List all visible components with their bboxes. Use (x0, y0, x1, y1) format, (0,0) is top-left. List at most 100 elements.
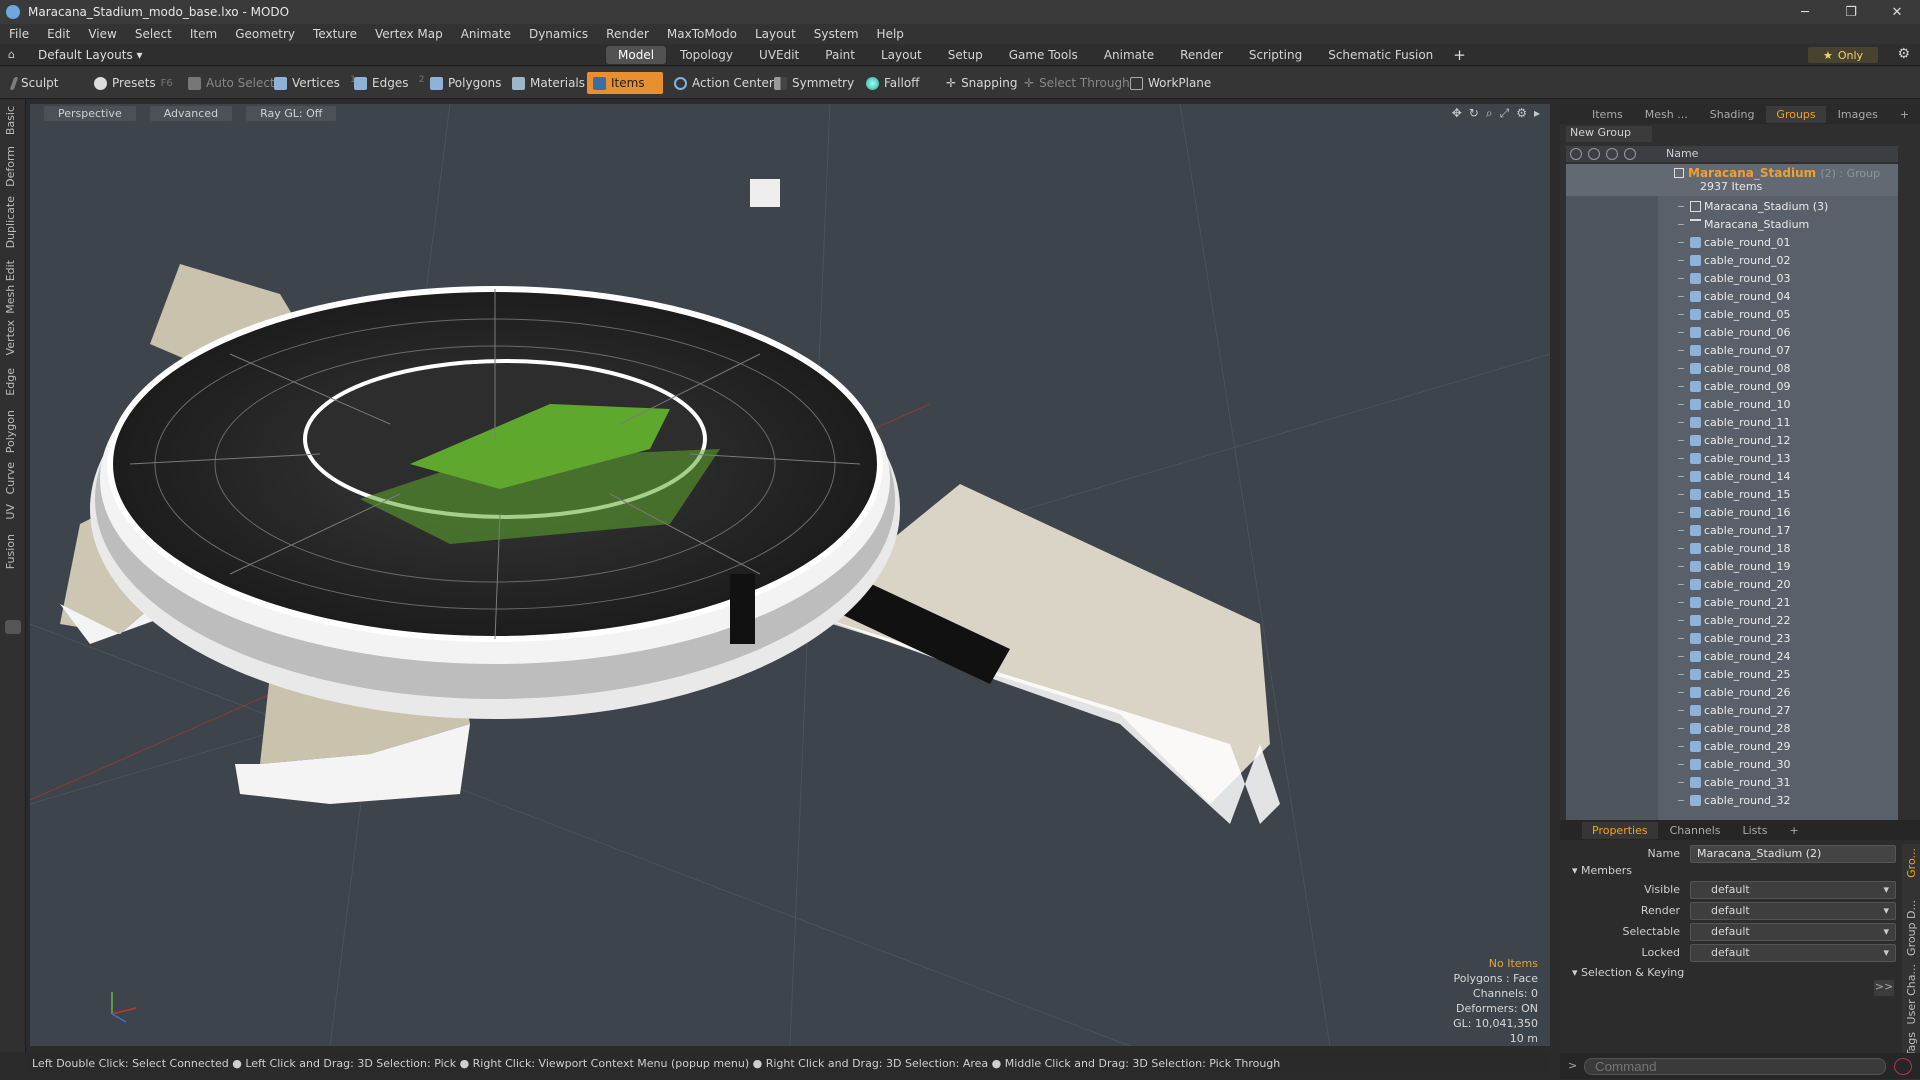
visibility-column-icon[interactable] (1570, 148, 1582, 160)
list-item[interactable]: Maracana_Stadium (1566, 216, 1898, 234)
visible-dropdown[interactable]: default (1690, 881, 1896, 899)
gear-icon[interactable]: ⚙ (1897, 46, 1910, 62)
vertices-button[interactable]: Vertices 1 (268, 72, 356, 94)
tab-mesh-edit[interactable]: Mesh Edit (4, 260, 17, 314)
action-center-button[interactable]: Action Center (668, 72, 780, 94)
tab-polygon[interactable]: Polygon (4, 410, 17, 453)
tab-group-display[interactable]: Group D... (1905, 900, 1918, 956)
tab-edge[interactable]: Edge (4, 368, 17, 396)
menu-edit[interactable]: Edit (38, 27, 79, 41)
materials-button[interactable]: Materials (506, 72, 591, 94)
lock-column-icon[interactable] (1606, 148, 1618, 160)
list-item[interactable]: cable_round_06 (1566, 324, 1898, 342)
3d-viewport[interactable]: Perspective Advanced Ray GL: Off ✥ ↻ ⌕ ⤢… (30, 104, 1550, 1046)
list-item[interactable]: cable_round_21 (1566, 594, 1898, 612)
list-item[interactable]: cable_round_26 (1566, 684, 1898, 702)
list-item[interactable]: cable_round_12 (1566, 432, 1898, 450)
presets-button[interactable]: Presets F6 (88, 72, 179, 94)
tab-curve[interactable]: Curve (4, 462, 17, 494)
list-item[interactable]: cable_round_07 (1566, 342, 1898, 360)
tab-shading[interactable]: Shading (1700, 106, 1765, 123)
tab-setup[interactable]: Setup (936, 46, 995, 64)
command-input[interactable] (1584, 1058, 1886, 1075)
list-item[interactable]: cable_round_29 (1566, 738, 1898, 756)
workplane-button[interactable]: WorkPlane (1124, 72, 1217, 94)
list-item[interactable]: cable_round_02 (1566, 252, 1898, 270)
selection-keying-section[interactable]: ▾ Selection & Keying (1572, 966, 1684, 979)
locked-dropdown[interactable]: default (1690, 944, 1896, 962)
select-through-button[interactable]: ✛ Select Through (1018, 72, 1136, 94)
menu-layout[interactable]: Layout (746, 27, 805, 41)
menu-vertex-map[interactable]: Vertex Map (366, 27, 452, 41)
tab-schematic-fusion[interactable]: Schematic Fusion (1316, 46, 1445, 64)
default-layouts-dropdown[interactable]: Default Layouts ▾ (38, 48, 143, 62)
list-item[interactable]: cable_round_04 (1566, 288, 1898, 306)
add-panel-tab-button[interactable]: + (1890, 106, 1919, 123)
menu-dynamics[interactable]: Dynamics (520, 27, 597, 41)
tab-lists[interactable]: Lists (1733, 822, 1778, 839)
list-item[interactable]: cable_round_03 (1566, 270, 1898, 288)
list-item[interactable]: cable_round_05 (1566, 306, 1898, 324)
command-history-icon[interactable] (1894, 1058, 1912, 1075)
tab-layout[interactable]: Layout (869, 46, 934, 64)
sculpt-button[interactable]: Sculpt (6, 72, 64, 94)
list-item[interactable]: cable_round_13 (1566, 450, 1898, 468)
tab-game-tools[interactable]: Game Tools (997, 46, 1090, 64)
tab-vertex[interactable]: Vertex (4, 320, 17, 355)
list-item[interactable]: cable_round_25 (1566, 666, 1898, 684)
menu-system[interactable]: System (805, 27, 868, 41)
tab-deform[interactable]: Deform (4, 146, 17, 187)
new-group-button[interactable]: New Group (1566, 126, 1652, 142)
list-item[interactable]: cable_round_22 (1566, 612, 1898, 630)
layout-home-icon[interactable]: ⌂ (8, 48, 15, 61)
tab-paint[interactable]: Paint (813, 46, 867, 64)
tab-properties[interactable]: Properties (1582, 821, 1658, 839)
list-item[interactable]: cable_round_23 (1566, 630, 1898, 648)
auto-select-button[interactable]: Auto Select (182, 72, 281, 94)
group-row[interactable]: Maracana_Stadium (2) : Group 2937 Items (1566, 164, 1898, 196)
list-item[interactable]: cable_round_30 (1566, 756, 1898, 774)
list-item[interactable]: cable_round_14 (1566, 468, 1898, 486)
tab-basic[interactable]: Basic (4, 106, 17, 135)
menu-item[interactable]: Item (181, 27, 226, 41)
menu-select[interactable]: Select (126, 27, 181, 41)
list-item[interactable]: cable_round_11 (1566, 414, 1898, 432)
close-button[interactable]: ✕ (1874, 0, 1920, 24)
symmetry-button[interactable]: Symmetry (768, 72, 860, 94)
tab-items[interactable]: Items (1582, 106, 1633, 123)
tab-mesh[interactable]: Mesh ... (1635, 106, 1698, 123)
tab-uv[interactable]: UV (4, 504, 17, 520)
menu-view[interactable]: View (79, 27, 125, 41)
menu-render[interactable]: Render (597, 27, 658, 41)
tab-group[interactable]: Gro... (1905, 848, 1918, 878)
items-button[interactable]: Items (587, 72, 663, 94)
selectable-dropdown[interactable]: default (1690, 923, 1896, 941)
list-item[interactable]: cable_round_01 (1566, 234, 1898, 252)
list-item[interactable]: cable_round_20 (1566, 576, 1898, 594)
tab-model[interactable]: Model (606, 46, 667, 64)
tab-uvedit[interactable]: UVEdit (747, 46, 811, 64)
minimize-button[interactable]: ─ (1782, 0, 1828, 24)
tab-duplicate[interactable]: Duplicate (4, 196, 17, 248)
tab-user-channels[interactable]: User Cha... (1905, 964, 1918, 1024)
edges-button[interactable]: Edges 2 (348, 72, 424, 94)
menu-help[interactable]: Help (868, 27, 913, 41)
tab-animate[interactable]: Animate (1092, 46, 1166, 64)
tab-fusion[interactable]: Fusion (4, 534, 17, 569)
add-properties-tab-button[interactable]: + (1779, 822, 1808, 839)
tab-topology[interactable]: Topology (668, 46, 745, 64)
render-dropdown[interactable]: default (1690, 902, 1896, 920)
menu-maxtomodo[interactable]: MaxToModo (658, 27, 746, 41)
menu-geometry[interactable]: Geometry (226, 27, 304, 41)
list-item[interactable]: cable_round_17 (1566, 522, 1898, 540)
list-item[interactable]: cable_round_18 (1566, 540, 1898, 558)
tab-render[interactable]: Render (1168, 46, 1235, 64)
name-field[interactable]: Maracana_Stadium (2) (1690, 845, 1896, 863)
tab-channels[interactable]: Channels (1660, 822, 1731, 839)
list-item[interactable]: cable_round_27 (1566, 702, 1898, 720)
menu-animate[interactable]: Animate (452, 27, 520, 41)
members-section[interactable]: ▾ Members (1572, 864, 1632, 877)
polygons-button[interactable]: Polygons (424, 72, 507, 94)
menu-file[interactable]: File (0, 27, 38, 41)
more-button[interactable]: >> (1874, 980, 1894, 996)
